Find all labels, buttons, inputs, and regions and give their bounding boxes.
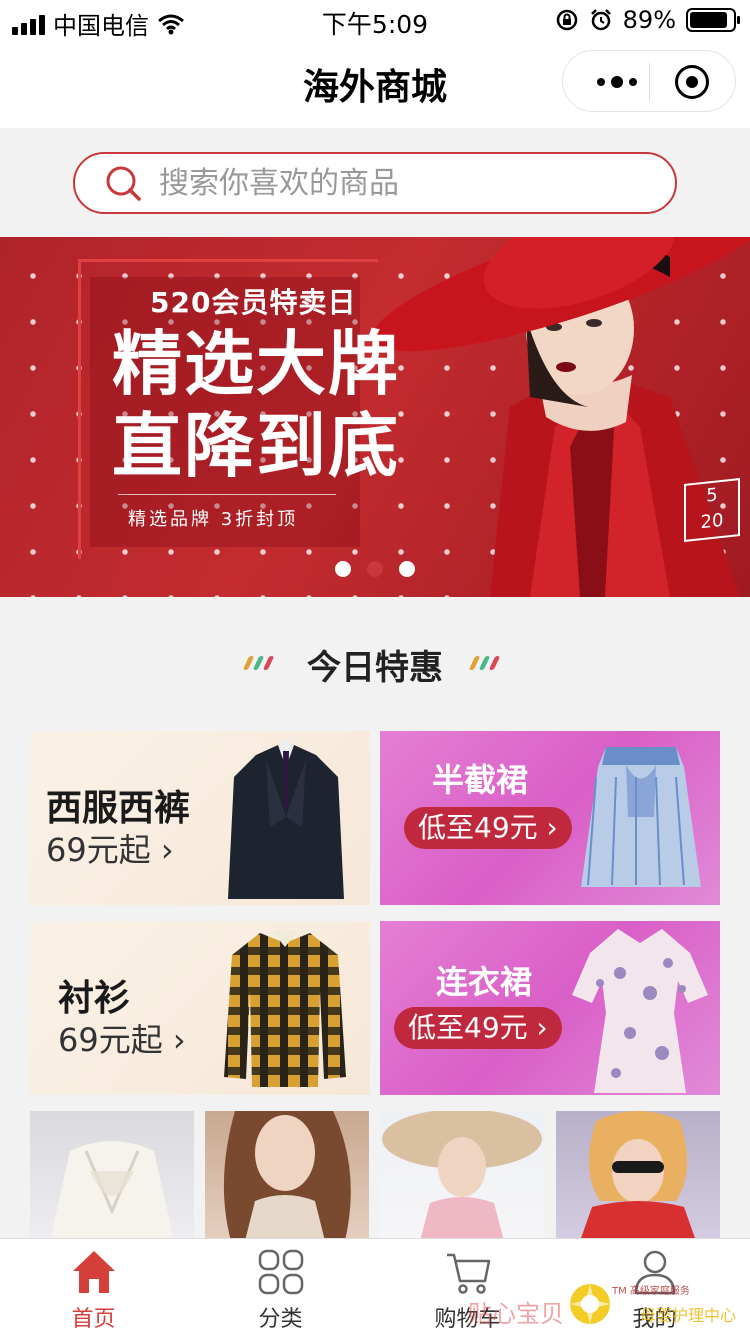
watermark-logo-icon bbox=[570, 1284, 610, 1324]
promo-label: 连衣裙 bbox=[436, 963, 533, 1001]
promo-price: 69元起 › bbox=[46, 831, 174, 869]
watermark-text-1: 贴心宝贝 bbox=[468, 1300, 564, 1328]
banner-subtitle: 520会员特卖日 bbox=[150, 286, 357, 319]
rotation-lock-icon bbox=[556, 9, 577, 31]
banner-headline-line1: 精选大牌 bbox=[112, 323, 400, 405]
banner-pager bbox=[0, 561, 750, 577]
category-icon bbox=[258, 1249, 304, 1295]
search-icon bbox=[106, 166, 141, 201]
banner-tagline: 精选品牌 3折封顶 bbox=[128, 509, 299, 530]
search-bar[interactable] bbox=[73, 152, 677, 214]
pager-dot[interactable] bbox=[335, 561, 351, 577]
product-image bbox=[50, 1141, 174, 1241]
promo-price-pill: 低至49元 › bbox=[394, 1007, 562, 1049]
shirt-image bbox=[224, 931, 346, 1087]
skirt-image bbox=[581, 747, 701, 887]
suit-image bbox=[228, 741, 344, 899]
tab-label: 分类 bbox=[258, 1307, 303, 1332]
product-thumb-2[interactable] bbox=[205, 1111, 369, 1241]
badge-bottom: 20 bbox=[700, 509, 724, 534]
product-thumb-4[interactable] bbox=[556, 1111, 720, 1241]
watermark-text-2: TM 高级家庭服务 bbox=[612, 1286, 690, 1297]
promo-skirts[interactable]: 半截裙 低至49元 › bbox=[380, 731, 720, 905]
product-image bbox=[382, 1111, 542, 1241]
battery-icon bbox=[686, 8, 740, 32]
search-input[interactable] bbox=[159, 162, 639, 204]
tab-home[interactable]: 首页 bbox=[0, 1239, 187, 1334]
capsule-divider bbox=[649, 63, 650, 101]
banner-divider bbox=[118, 494, 336, 495]
product-image bbox=[580, 1111, 696, 1241]
promo-price-pill: 低至49元 › bbox=[404, 807, 572, 849]
pager-dot[interactable] bbox=[367, 561, 383, 577]
mini-program-capsule bbox=[562, 50, 736, 112]
product-thumb-3[interactable] bbox=[380, 1111, 544, 1241]
dress-image bbox=[572, 929, 708, 1093]
promo-price: 69元起 › bbox=[58, 1021, 186, 1059]
banner-headline-line2: 直降到底 bbox=[112, 405, 400, 487]
tab-label: 首页 bbox=[71, 1307, 116, 1332]
promo-label: 西服西裤 bbox=[46, 788, 191, 829]
pager-dot[interactable] bbox=[399, 561, 415, 577]
alarm-icon bbox=[590, 9, 611, 31]
title-decoration-right bbox=[468, 656, 510, 674]
status-bar: 中国电信 下午5:09 89% bbox=[0, 0, 750, 40]
section-title: 今日特惠 bbox=[307, 648, 443, 688]
promo-banner[interactable]: 520会员特卖日 精选大牌 直降到底 精选品牌 3折封顶 5 20 bbox=[0, 237, 750, 597]
close-program-button[interactable] bbox=[675, 65, 709, 99]
more-menu-button[interactable] bbox=[587, 51, 647, 113]
tab-category[interactable]: 分类 bbox=[187, 1239, 374, 1334]
banner-headline: 精选大牌 直降到底 bbox=[112, 323, 400, 487]
promo-label: 半截裙 bbox=[432, 761, 529, 799]
banner-model-image bbox=[371, 237, 750, 597]
battery-percent: 89% bbox=[622, 6, 676, 34]
status-right: 89% bbox=[555, 6, 740, 34]
app-screen: 中国电信 下午5:09 89% 海外商城 搜索你喜欢的商品 520会员特卖日 精… bbox=[0, 0, 750, 1334]
promo-dresses[interactable]: 连衣裙 低至49元 › bbox=[380, 921, 720, 1095]
home-icon bbox=[73, 1251, 115, 1293]
product-thumb-1[interactable] bbox=[30, 1111, 194, 1241]
watermark-text-3: 母婴护理中心 bbox=[640, 1306, 737, 1325]
promo-shirts[interactable]: 衬衫 69元起 › bbox=[30, 921, 370, 1095]
product-image bbox=[223, 1111, 351, 1241]
navigation-bar: 海外商城 bbox=[0, 40, 750, 128]
promo-suits[interactable]: 西服西裤 69元起 › bbox=[30, 731, 370, 905]
banner-date-badge: 5 20 bbox=[684, 478, 740, 542]
promo-label: 衬衫 bbox=[58, 978, 131, 1019]
watermark: 贴心宝贝 TM 高级家庭服务 母婴护理中心 bbox=[468, 1282, 748, 1330]
